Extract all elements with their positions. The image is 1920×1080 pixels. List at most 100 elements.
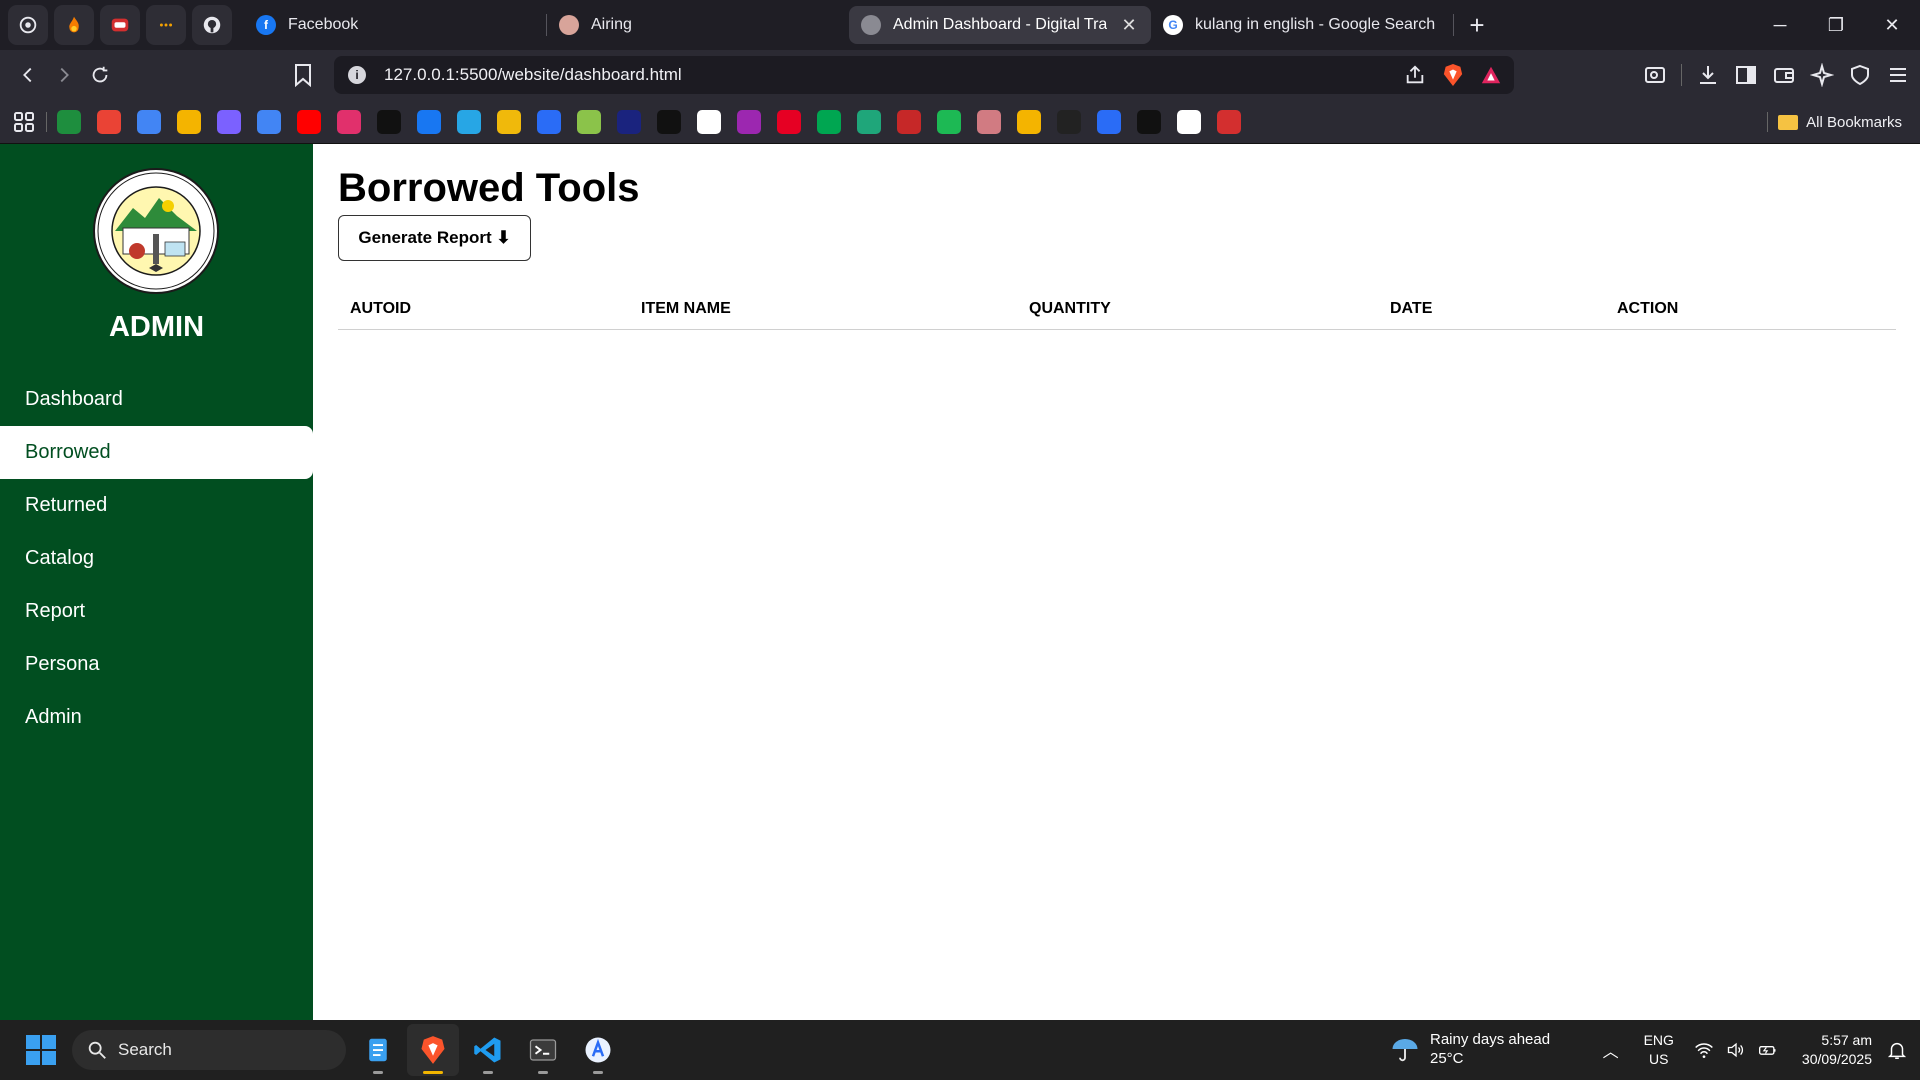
column-header-date[interactable]: DATE xyxy=(1378,289,1605,330)
leo-ai-icon[interactable] xyxy=(1810,63,1834,87)
close-window-button[interactable]: ✕ xyxy=(1864,0,1920,50)
column-header-quantity[interactable]: QUANTITY xyxy=(1017,289,1378,330)
share-icon[interactable] xyxy=(1404,64,1426,86)
sidebar-item-catalog[interactable]: Catalog xyxy=(0,532,313,585)
bookmark-favicon-icon[interactable] xyxy=(577,109,601,134)
bookmark-favicon-icon[interactable] xyxy=(1097,109,1121,134)
close-tab-icon[interactable]: ✕ xyxy=(1119,15,1139,36)
reload-button[interactable] xyxy=(82,57,118,93)
sidebar-icon[interactable] xyxy=(1734,63,1758,87)
restore-button[interactable]: ❐ xyxy=(1808,0,1864,50)
sidebar-item-dashboard[interactable]: Dashboard xyxy=(0,373,313,426)
site-info-icon[interactable]: i xyxy=(348,66,366,84)
reload-icon xyxy=(92,66,108,83)
bookmark-favicon-icon[interactable] xyxy=(57,109,81,134)
download-icon[interactable] xyxy=(1696,63,1720,87)
bookmarks-divider xyxy=(46,111,47,132)
column-header-autoid[interactable]: AUTOID xyxy=(338,289,629,330)
tab-facebook[interactable]: f Facebook xyxy=(244,6,546,44)
bookmark-favicon-icon[interactable] xyxy=(657,109,681,134)
tab-google-search[interactable]: G kulang in english - Google Search xyxy=(1151,6,1453,44)
wallet-icon[interactable] xyxy=(1772,63,1796,87)
taskbar-app-notepad[interactable] xyxy=(352,1024,404,1076)
bookmark-favicon-icon[interactable] xyxy=(177,109,201,134)
brave-shields-icon[interactable] xyxy=(1442,63,1464,87)
bookmark-favicon-icon[interactable] xyxy=(937,109,961,134)
tab-airing[interactable]: Airing xyxy=(547,6,849,44)
facebook-icon: f xyxy=(256,15,276,35)
taskbar-app-store[interactable] xyxy=(572,1024,624,1076)
apps-grid-icon[interactable] xyxy=(12,110,36,134)
vpn-shield-icon[interactable] xyxy=(1848,63,1872,87)
start-button[interactable] xyxy=(26,1035,56,1065)
rectangle-app-icon xyxy=(111,18,129,32)
bookmark-favicon-icon[interactable] xyxy=(737,109,761,134)
pinned-tab-github[interactable] xyxy=(192,5,232,45)
bookmark-favicon-icon[interactable] xyxy=(1057,109,1081,134)
bookmarks-bar: All Bookmarks xyxy=(0,100,1920,144)
menu-icon[interactable] xyxy=(1886,63,1910,87)
reader-mode-icon[interactable] xyxy=(1643,63,1667,87)
bookmark-favicon-icon[interactable] xyxy=(977,109,1001,134)
bookmark-favicon-icon[interactable] xyxy=(97,109,121,134)
weather-summary: Rainy days ahead xyxy=(1430,1031,1551,1048)
generate-report-button[interactable]: Generate Report ⬇ xyxy=(338,215,531,261)
taskbar-app-terminal[interactable] xyxy=(517,1024,569,1076)
notification-bell-icon[interactable] xyxy=(1886,1039,1908,1061)
taskbar-app-vscode[interactable] xyxy=(462,1024,514,1076)
back-button[interactable] xyxy=(10,57,46,93)
app-store-icon xyxy=(585,1037,611,1063)
taskbar-app-brave[interactable] xyxy=(407,1024,459,1076)
all-bookmarks-button[interactable]: All Bookmarks xyxy=(1778,100,1902,144)
pinned-tab-chatgpt[interactable] xyxy=(8,5,48,45)
pinned-tab-dots[interactable] xyxy=(146,5,186,45)
pinned-tab-red-app[interactable] xyxy=(100,5,140,45)
address-bar[interactable]: i 127.0.0.1:5500/website/dashboard.html xyxy=(334,56,1514,94)
bookmark-favicon-icon[interactable] xyxy=(297,109,321,134)
url-text[interactable]: 127.0.0.1:5500/website/dashboard.html xyxy=(384,65,682,85)
new-tab-button[interactable]: + xyxy=(1458,6,1496,44)
chatgpt-icon xyxy=(19,16,37,34)
brave-rewards-icon[interactable] xyxy=(1480,64,1502,86)
bookmark-favicon-icon[interactable] xyxy=(257,109,281,134)
bookmark-favicon-icon[interactable] xyxy=(1177,109,1201,134)
sidebar-item-borrowed[interactable]: Borrowed xyxy=(0,426,313,479)
minimize-button[interactable]: ─ xyxy=(1752,0,1808,50)
column-header-item-name[interactable]: ITEM NAME xyxy=(629,289,1017,330)
quick-settings[interactable] xyxy=(1694,1040,1778,1060)
bookmark-favicon-icon[interactable] xyxy=(777,109,801,134)
sidebar-item-report[interactable]: Report xyxy=(0,585,313,638)
bookmark-favicon-icon[interactable] xyxy=(337,109,361,134)
sidebar-item-admin[interactable]: Admin xyxy=(0,691,313,744)
sidebar-item-returned[interactable]: Returned xyxy=(0,479,313,532)
bookmark-favicon-icon[interactable] xyxy=(137,109,161,134)
pinned-tab-fire[interactable] xyxy=(54,5,94,45)
bookmark-favicon-icon[interactable] xyxy=(457,109,481,134)
language-indicator[interactable]: ENG US xyxy=(1644,1031,1674,1069)
weather-widget[interactable]: Rainy days ahead 25°C xyxy=(1390,1030,1550,1068)
sidebar-item-persona[interactable]: Persona xyxy=(0,638,313,691)
bookmark-page-icon[interactable] xyxy=(293,63,313,87)
bookmark-favicon-icon[interactable] xyxy=(217,109,241,134)
terminal-icon xyxy=(529,1039,557,1061)
bookmark-favicon-icon[interactable] xyxy=(697,109,721,134)
clock[interactable]: 5:57 am 30/09/2025 xyxy=(1802,1031,1872,1069)
bookmark-favicon-icon[interactable] xyxy=(497,109,521,134)
bookmark-favicon-icon[interactable] xyxy=(377,109,401,134)
bookmark-favicon-icon[interactable] xyxy=(617,109,641,134)
clock-date: 30/09/2025 xyxy=(1801,1051,1872,1067)
bookmark-favicon-icon[interactable] xyxy=(1217,109,1241,134)
bookmark-favicon-icon[interactable] xyxy=(897,109,921,134)
tab-admin-dashboard[interactable]: Admin Dashboard - Digital Track ✕ xyxy=(849,6,1151,44)
column-header-action[interactable]: ACTION xyxy=(1605,289,1896,330)
bookmark-favicon-icon[interactable] xyxy=(817,109,841,134)
bookmark-favicon-icon[interactable] xyxy=(1017,109,1041,134)
bookmark-favicon-icon[interactable] xyxy=(537,109,561,134)
forward-button[interactable] xyxy=(46,57,82,93)
show-hidden-icons-chevron-icon[interactable]: ︿ xyxy=(1596,1038,1626,1062)
bookmark-favicon-icon[interactable] xyxy=(1137,109,1161,134)
taskbar-search[interactable]: Search xyxy=(72,1030,346,1070)
bookmark-favicon-icon[interactable] xyxy=(417,109,441,134)
tab-title: Admin Dashboard - Digital Track xyxy=(893,16,1107,33)
bookmark-favicon-icon[interactable] xyxy=(857,109,881,134)
